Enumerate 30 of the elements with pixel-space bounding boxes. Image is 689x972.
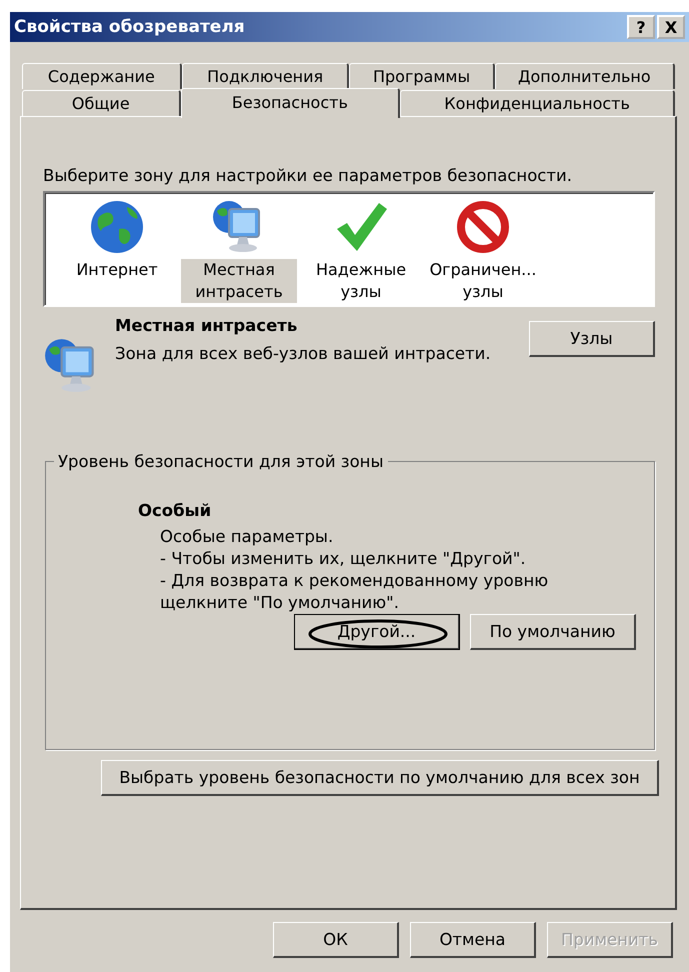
ok-button[interactable]: ОК: [273, 922, 399, 958]
zone-prompt: Выберите зону для настройки ее параметров безопасности.: [43, 165, 573, 187]
zone-item[interactable]: Местная интрасеть: [181, 259, 297, 303]
sites-button[interactable]: Узлы: [529, 321, 655, 357]
zone-description: Зона для всех веб-узлов вашей интрасети.: [115, 343, 492, 365]
tab[interactable]: Содержание: [22, 63, 182, 89]
tab[interactable]: Дополнительно: [494, 63, 675, 89]
globe-icon: [89, 199, 145, 255]
window-title: Свойства обозревателя: [14, 17, 245, 37]
tab[interactable]: Общие: [22, 90, 181, 116]
tab[interactable]: Программы: [349, 63, 495, 89]
level-description: - Для возврата к рекомендованному уровню щелкните "По умолчанию".: [160, 570, 550, 614]
prohibited-icon: [455, 199, 511, 255]
zone-item[interactable]: Интернет: [74, 259, 160, 281]
level-description: - Чтобы изменить их, щелкните "Другой".: [160, 548, 527, 570]
zone-item[interactable]: Надежные узлы: [303, 259, 419, 303]
group-legend: Уровень безопасности для этой зоны: [54, 452, 388, 471]
zone-item[interactable]: Ограничен... узлы: [425, 259, 541, 303]
tab[interactable]: Конфиденциальность: [400, 90, 675, 116]
close-button[interactable]: X: [657, 15, 685, 39]
level-description: Особые параметры.: [160, 526, 334, 548]
cancel-button[interactable]: Отмена: [410, 922, 536, 958]
help-button[interactable]: ?: [627, 15, 655, 39]
tab[interactable]: Безопасность: [180, 88, 400, 118]
zone-title: Местная интрасеть: [115, 315, 298, 337]
custom-level-button[interactable]: Другой...: [294, 614, 460, 650]
default-level-button[interactable]: По умолчанию: [470, 614, 636, 650]
reset-all-zones-button[interactable]: Выбрать уровень безопасности по умолчанию для всех зон: [101, 760, 659, 796]
tab[interactable]: Подключения: [182, 63, 350, 89]
level-name: Особый: [138, 501, 212, 520]
